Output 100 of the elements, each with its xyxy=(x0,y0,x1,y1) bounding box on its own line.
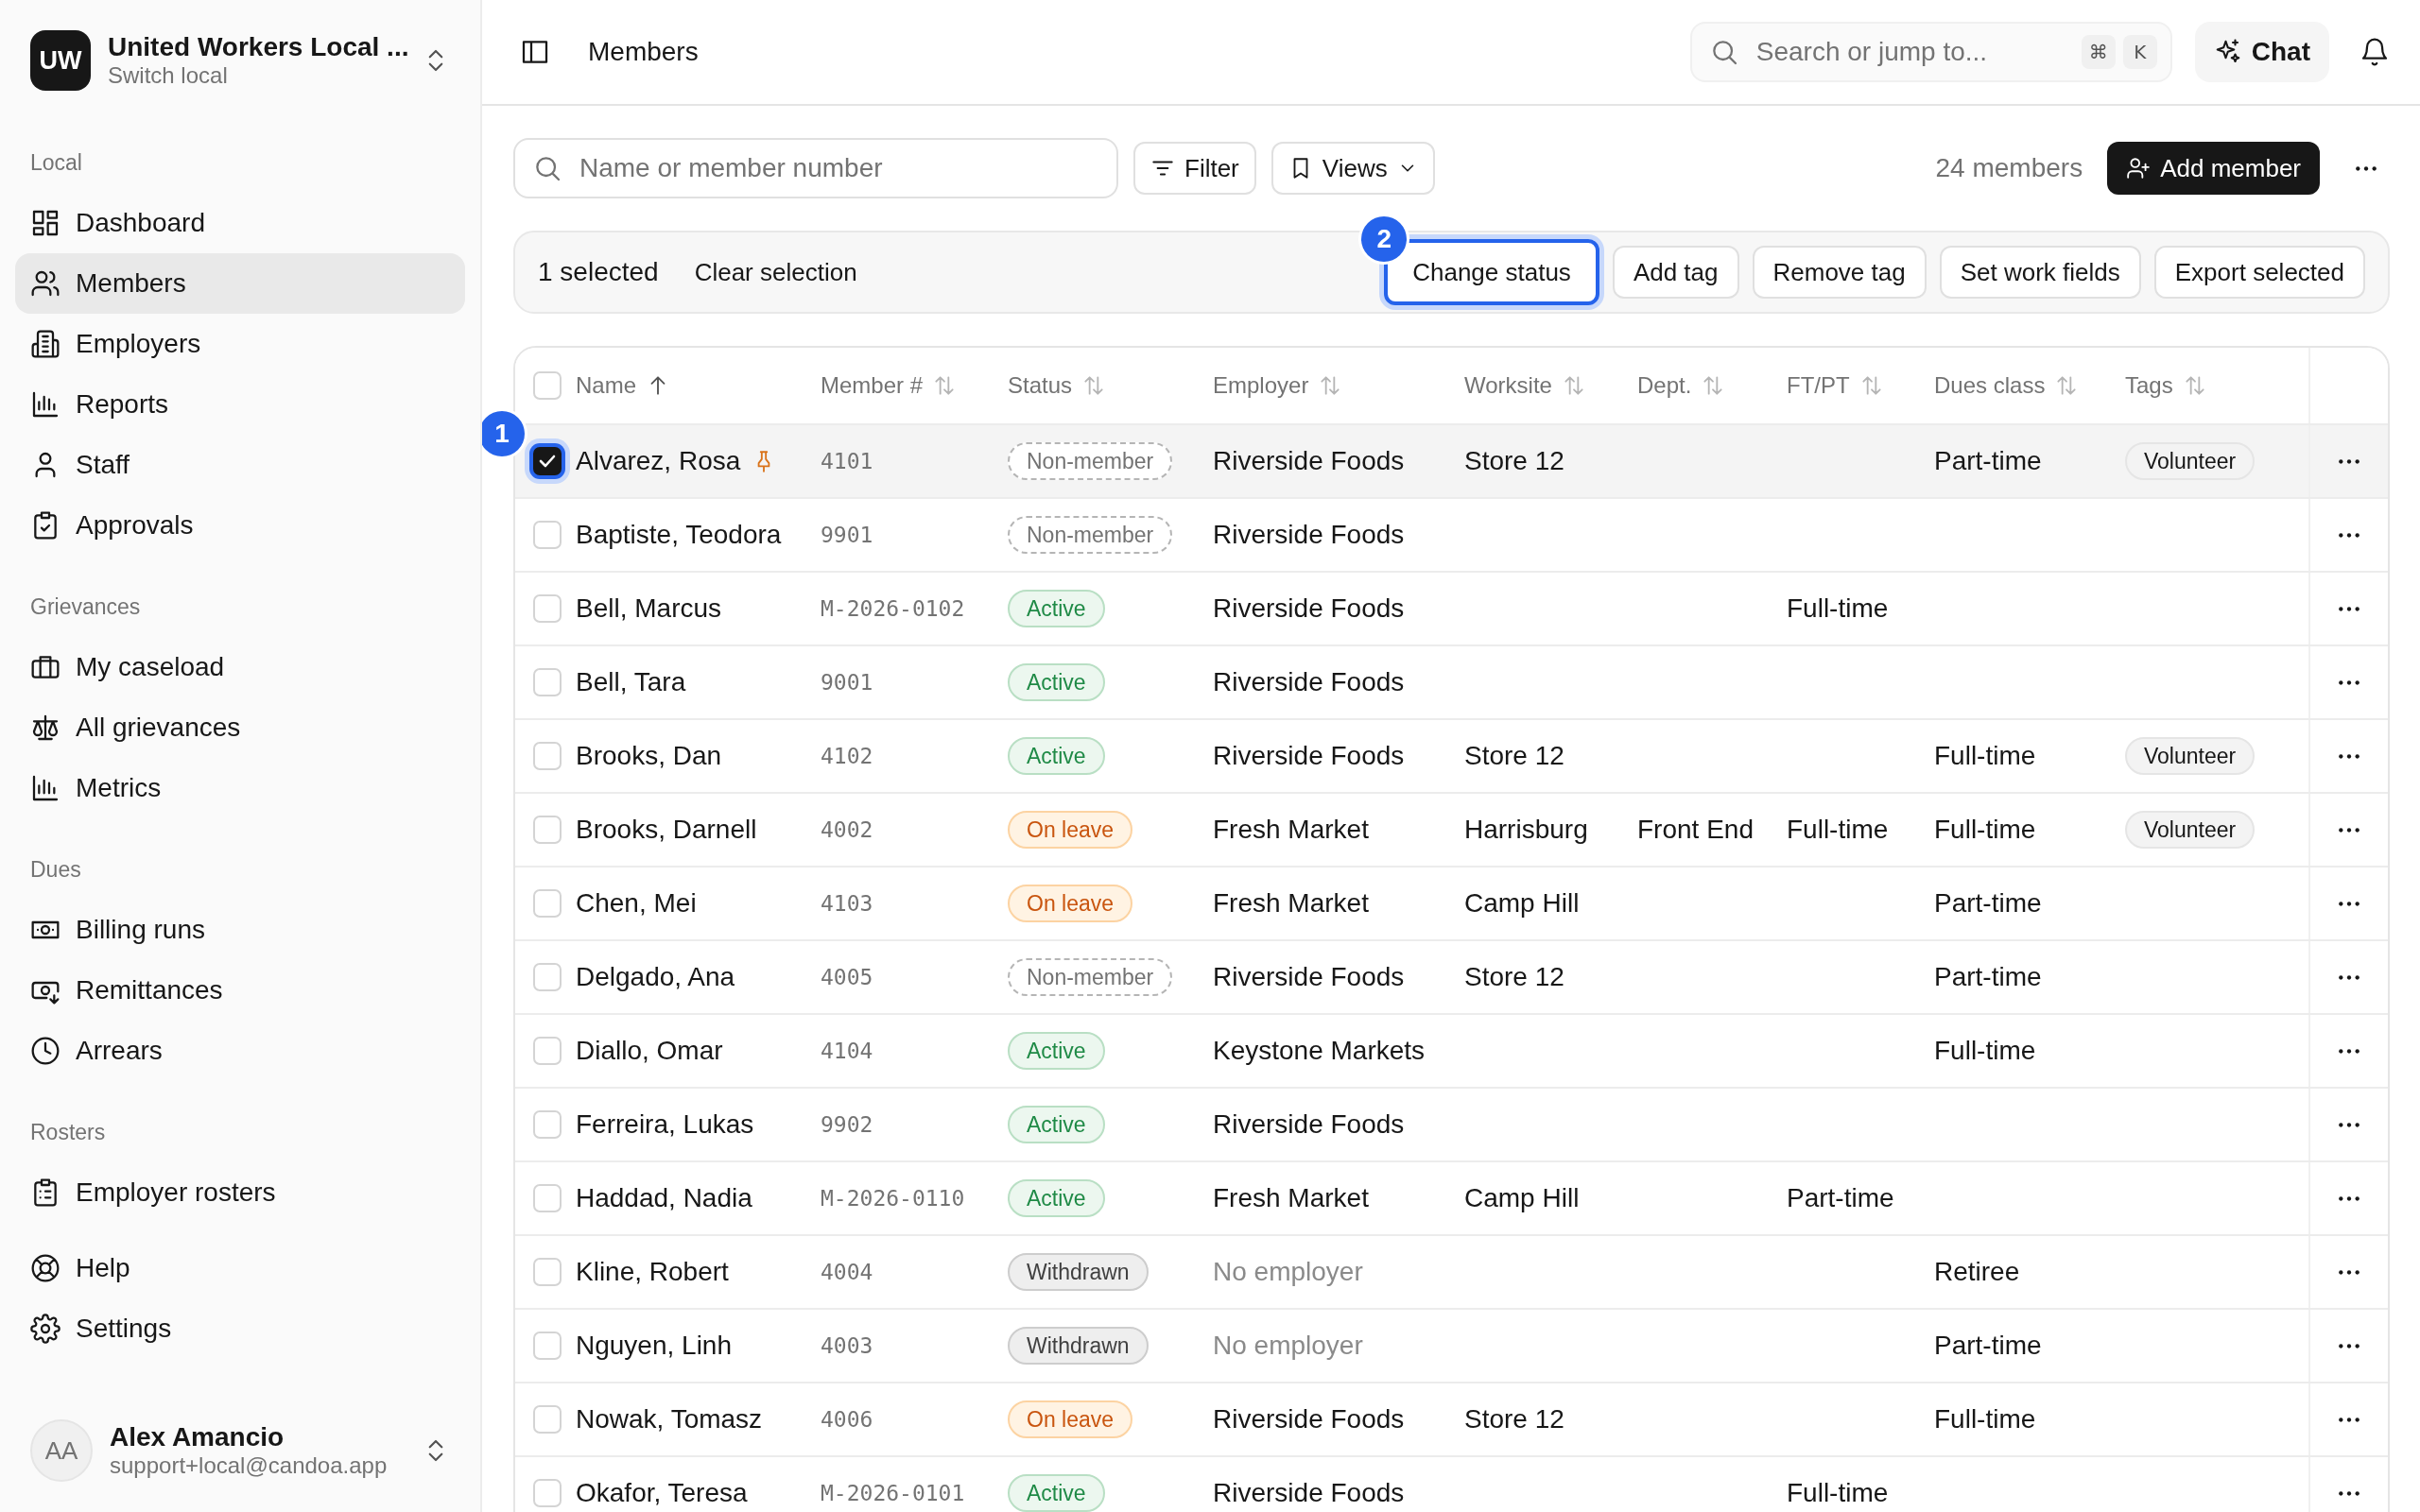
table-cell: Part-time xyxy=(1934,888,2042,919)
person-plus-icon xyxy=(2126,156,2152,180)
table-cell: 4102 xyxy=(821,744,873,768)
table-cell: 4003 xyxy=(821,1333,873,1358)
more-icon[interactable] xyxy=(2354,163,2378,173)
status-badge: Non-member xyxy=(1008,958,1173,996)
nav-item[interactable]: Remittances xyxy=(15,960,465,1021)
table-cell: M-2026-0101 xyxy=(821,1481,965,1505)
bell-icon[interactable] xyxy=(2360,37,2390,67)
nav-item[interactable]: Billing runs xyxy=(15,900,465,960)
member-name[interactable]: Okafor, Teresa xyxy=(576,1478,748,1508)
selected-count: 1 selected xyxy=(538,257,659,287)
column-header[interactable]: Name xyxy=(576,372,671,399)
table-cell: No employer xyxy=(1213,1257,1363,1287)
nav-item[interactable]: Employer rosters xyxy=(15,1162,465,1223)
switch-local-link[interactable]: Switch local xyxy=(108,62,405,89)
nav-item[interactable]: Dashboard xyxy=(15,193,465,253)
add-member-button[interactable]: Add member xyxy=(2107,142,2320,195)
table-cell: Full-time xyxy=(1934,815,2036,845)
status-badge: Active xyxy=(1008,1106,1105,1143)
member-name[interactable]: Kline, Robert xyxy=(576,1257,729,1287)
table-cell: Harrisburg xyxy=(1464,815,1588,845)
more-icon xyxy=(2337,899,2361,908)
views-button[interactable]: Views xyxy=(1270,142,1435,195)
more-icon xyxy=(2337,972,2361,982)
member-name[interactable]: Brooks, Dan xyxy=(576,741,722,771)
member-name[interactable]: Bell, Tara xyxy=(576,667,686,697)
step-badge: 1 xyxy=(482,411,525,456)
table-cell: 4101 xyxy=(821,449,873,473)
tag-chip: Volunteer xyxy=(2125,442,2256,480)
status-badge: Active xyxy=(1008,737,1105,775)
section-label: Rosters xyxy=(29,1119,107,1146)
table-cell: 4002 xyxy=(821,817,873,842)
table-cell: Fresh Market xyxy=(1213,815,1369,845)
nav-item[interactable]: My caseload xyxy=(15,637,465,697)
org-logo: UW xyxy=(30,30,91,91)
clock-icon xyxy=(30,1036,60,1066)
nav-item[interactable]: Help xyxy=(15,1238,465,1298)
nav-item[interactable]: Approvals xyxy=(15,495,465,556)
more-icon xyxy=(2337,1341,2361,1350)
nav-item[interactable]: Arrears xyxy=(15,1021,465,1081)
column-header[interactable]: Dept. xyxy=(1637,372,1726,399)
column-header[interactable]: Member # xyxy=(821,372,958,399)
table-cell: Riverside Foods xyxy=(1213,1109,1405,1140)
select-all-checkbox[interactable] xyxy=(533,371,562,400)
table-cell: Riverside Foods xyxy=(1213,520,1405,550)
member-name[interactable]: Bell, Marcus xyxy=(576,593,722,624)
member-name[interactable]: Alvarez, Rosa xyxy=(576,446,741,476)
member-name[interactable]: Nguyen, Linh xyxy=(576,1331,732,1361)
member-name[interactable]: Brooks, Darnell xyxy=(576,815,757,845)
status-badge: Withdrawn xyxy=(1008,1253,1149,1291)
table-cell: Camp Hill xyxy=(1464,1183,1580,1213)
table-cell: 9901 xyxy=(821,523,873,547)
member-name[interactable]: Nowak, Tomasz xyxy=(576,1404,763,1435)
table-cell: Front End xyxy=(1637,815,1754,845)
member-name[interactable]: Delgado, Ana xyxy=(576,962,735,992)
table-cell: Riverside Foods xyxy=(1213,593,1405,624)
member-name[interactable]: Diallo, Omar xyxy=(576,1036,723,1066)
more-icon xyxy=(2337,825,2361,834)
member-name[interactable]: Chen, Mei xyxy=(576,888,697,919)
status-badge: Active xyxy=(1008,1474,1105,1512)
user-avatar[interactable]: AA xyxy=(30,1419,93,1482)
column-header[interactable]: Status xyxy=(1008,372,1107,399)
table-cell: Full-time xyxy=(1934,1036,2036,1066)
table-cell: Part-time xyxy=(1934,1331,2042,1361)
chat-button[interactable]: Chat xyxy=(2194,22,2329,82)
column-header[interactable]: Employer xyxy=(1213,372,1343,399)
nav-item[interactable]: Reports xyxy=(15,374,465,435)
nav-item[interactable]: Settings xyxy=(15,1298,465,1359)
filter-button[interactable]: Filter xyxy=(1133,142,1256,195)
bulk-action-button[interactable]: Export selected xyxy=(2153,246,2365,299)
bulk-action-button[interactable]: Remove tag xyxy=(1752,246,1927,299)
table-cell: Full-time xyxy=(1787,815,1889,845)
more-icon xyxy=(2337,1415,2361,1424)
member-name[interactable]: Ferreira, Lukas xyxy=(576,1109,754,1140)
bulk-action-button[interactable]: Add tag xyxy=(1612,246,1739,299)
column-header[interactable]: FT/PT xyxy=(1787,372,1884,399)
nav-item[interactable]: Staff xyxy=(15,435,465,495)
member-count: 24 members xyxy=(1935,153,2083,183)
table-cell: Keystone Markets xyxy=(1213,1036,1426,1066)
status-badge: Active xyxy=(1008,1179,1105,1217)
nav-item[interactable]: Metrics xyxy=(15,758,465,818)
nav-item[interactable]: All grievances xyxy=(15,697,465,758)
tag-chip: Volunteer xyxy=(2125,811,2256,849)
column-header[interactable]: Dues class xyxy=(1934,372,2080,399)
column-header[interactable]: Tags xyxy=(2125,372,2207,399)
bar-chart-icon xyxy=(30,389,60,420)
member-name[interactable]: Baptiste, Teodora xyxy=(576,520,782,550)
bulk-action-button[interactable]: Set work fields xyxy=(1939,246,2141,299)
table-cell: Riverside Foods xyxy=(1213,1404,1405,1435)
table-cell: Part-time xyxy=(1934,446,2042,476)
clear-selection-button[interactable]: Clear selection xyxy=(694,257,857,287)
table-cell: 4006 xyxy=(821,1407,873,1432)
nav-item[interactable]: Members xyxy=(15,253,465,314)
grid-icon xyxy=(30,208,60,238)
lifebuoy-icon xyxy=(30,1253,60,1283)
nav-item[interactable]: Employers xyxy=(15,314,465,374)
search-field[interactable]: Name or member number xyxy=(513,138,1118,198)
member-name[interactable]: Haddad, Nadia xyxy=(576,1183,752,1213)
column-header[interactable]: Worksite xyxy=(1464,372,1586,399)
